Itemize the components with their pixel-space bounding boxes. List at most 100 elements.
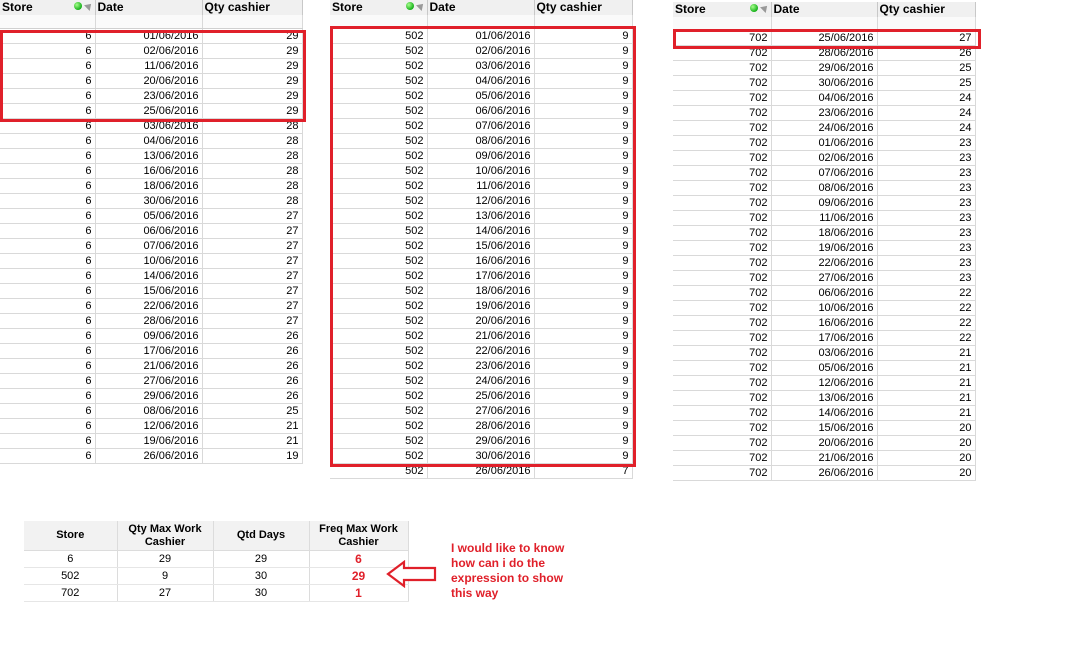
table-row[interactable]: 702 18/06/2016 23: [673, 225, 976, 241]
table-row[interactable]: 502 05/06/2016 9: [330, 88, 633, 104]
table-row[interactable]: 6 05/06/2016 27: [0, 208, 303, 224]
table-row[interactable]: 502 23/06/2016 9: [330, 358, 633, 374]
table-row[interactable]: 702 19/06/2016 23: [673, 240, 976, 256]
table-row[interactable]: 702 01/06/2016 23: [673, 135, 976, 151]
table-row[interactable]: 502 30/06/2016 9: [330, 448, 633, 464]
table-row[interactable]: 6 12/06/2016 21: [0, 418, 303, 434]
date-column-header[interactable]: Date: [771, 2, 878, 17]
table-row[interactable]: 6 17/06/2016 26: [0, 343, 303, 359]
table-row[interactable]: 702 05/06/2016 21: [673, 360, 976, 376]
qty-cashier-column-header[interactable]: Qty cashier: [534, 0, 633, 15]
table-row[interactable]: 502 21/06/2016 9: [330, 328, 633, 344]
table-row[interactable]: 702 09/06/2016 23: [673, 195, 976, 211]
table-row[interactable]: 702 02/06/2016 23: [673, 150, 976, 166]
table-row[interactable]: 702 16/06/2016 22: [673, 315, 976, 331]
table-row[interactable]: 6 18/06/2016 28: [0, 178, 303, 194]
summary-header-freq-max[interactable]: Freq Max Work Cashier: [309, 521, 409, 551]
table-row[interactable]: 702 26/06/2016 20: [673, 465, 976, 481]
table-row[interactable]: 6 15/06/2016 27: [0, 283, 303, 299]
table-row[interactable]: 6 02/06/2016 29: [0, 43, 303, 59]
table-row[interactable]: 502 24/06/2016 9: [330, 373, 633, 389]
date-column-header[interactable]: Date: [427, 0, 535, 15]
table-row[interactable]: 502 06/06/2016 9: [330, 103, 633, 119]
table-row[interactable]: 702 29/06/2016 25: [673, 60, 976, 76]
table-row[interactable]: 702 08/06/2016 23: [673, 180, 976, 196]
table-row[interactable]: 702 03/06/2016 21: [673, 345, 976, 361]
table-row[interactable]: 6 06/06/2016 27: [0, 223, 303, 239]
table-row[interactable]: 702 22/06/2016 23: [673, 255, 976, 271]
table-row[interactable]: 6 28/06/2016 27: [0, 313, 303, 329]
table-row[interactable]: 502 26/06/2016 7: [330, 463, 633, 479]
table-row[interactable]: 702 14/06/2016 21: [673, 405, 976, 421]
table-row[interactable]: 502 10/06/2016 9: [330, 163, 633, 179]
table-row[interactable]: 702 10/06/2016 22: [673, 300, 976, 316]
table-row[interactable]: 6 22/06/2016 27: [0, 298, 303, 314]
table-row[interactable]: 6 01/06/2016 29: [0, 28, 303, 44]
table-row[interactable]: 702 20/06/2016 20: [673, 435, 976, 451]
table-row[interactable]: 502 13/06/2016 9: [330, 208, 633, 224]
table-row[interactable]: 6 25/06/2016 29: [0, 103, 303, 119]
table-row[interactable]: 6 29/06/2016 26: [0, 388, 303, 404]
table-row[interactable]: 502 28/06/2016 9: [330, 418, 633, 434]
table-row[interactable]: 6 30/06/2016 28: [0, 193, 303, 209]
qty-cashier-column-header[interactable]: Qty cashier: [202, 0, 303, 15]
table-row[interactable]: 502 03/06/2016 9: [330, 58, 633, 74]
table-row[interactable]: 502 01/06/2016 9: [330, 28, 633, 44]
table-row[interactable]: 6 08/06/2016 25: [0, 403, 303, 419]
table-row[interactable]: 502 04/06/2016 9: [330, 73, 633, 89]
summary-header-store[interactable]: Store: [24, 521, 118, 551]
table-row[interactable]: 502 09/06/2016 9: [330, 148, 633, 164]
table-row[interactable]: 502 17/06/2016 9: [330, 268, 633, 284]
table-row[interactable]: 6 03/06/2016 28: [0, 118, 303, 134]
table-row[interactable]: 6 19/06/2016 21: [0, 433, 303, 449]
table-row[interactable]: 502 22/06/2016 9: [330, 343, 633, 359]
table-row[interactable]: 502 20/06/2016 9: [330, 313, 633, 329]
table-row[interactable]: 702 07/06/2016 23: [673, 165, 976, 181]
store-column-header[interactable]: Store: [0, 0, 96, 15]
table-row[interactable]: 502 11/06/2016 9: [330, 178, 633, 194]
date-column-header[interactable]: Date: [95, 0, 203, 15]
table-row[interactable]: 6 07/06/2016 27: [0, 238, 303, 254]
table-row[interactable]: 502 27/06/2016 9: [330, 403, 633, 419]
table-row[interactable]: 502 25/06/2016 9: [330, 388, 633, 404]
table-row[interactable]: 502 07/06/2016 9: [330, 118, 633, 134]
table-row[interactable]: 6 26/06/2016 19: [0, 448, 303, 464]
summary-header-qty-max[interactable]: Qty Max Work Cashier: [117, 521, 214, 551]
table-row[interactable]: 502 19/06/2016 9: [330, 298, 633, 314]
store-column-header[interactable]: Store: [330, 0, 428, 15]
table-row[interactable]: 502 14/06/2016 9: [330, 223, 633, 239]
table-row[interactable]: 702 28/06/2016 26: [673, 45, 976, 61]
table-row[interactable]: 6 27/06/2016 26: [0, 373, 303, 389]
summary-header-qtd-days[interactable]: Qtd Days: [213, 521, 310, 551]
table-row[interactable]: 6 09/06/2016 26: [0, 328, 303, 344]
table-row[interactable]: 702 27/06/2016 23: [673, 270, 976, 286]
table-row[interactable]: 6 04/06/2016 28: [0, 133, 303, 149]
table-row[interactable]: 702 30/06/2016 25: [673, 75, 976, 91]
table-row[interactable]: 702 06/06/2016 22: [673, 285, 976, 301]
table-row[interactable]: 502 08/06/2016 9: [330, 133, 633, 149]
table-row[interactable]: 6 23/06/2016 29: [0, 88, 303, 104]
table-row[interactable]: 502 12/06/2016 9: [330, 193, 633, 209]
table-row[interactable]: 6 16/06/2016 28: [0, 163, 303, 179]
table-row[interactable]: 6 11/06/2016 29: [0, 58, 303, 74]
table-row[interactable]: 502 18/06/2016 9: [330, 283, 633, 299]
table-row[interactable]: 702 12/06/2016 21: [673, 375, 976, 391]
table-row[interactable]: 702 25/06/2016 27: [673, 30, 976, 46]
table-row[interactable]: 502 02/06/2016 9: [330, 43, 633, 59]
table-row[interactable]: 502 15/06/2016 9: [330, 238, 633, 254]
table-row[interactable]: 6 14/06/2016 27: [0, 268, 303, 284]
table-row[interactable]: 702 11/06/2016 23: [673, 210, 976, 226]
table-row[interactable]: 702 21/06/2016 20: [673, 450, 976, 466]
table-row[interactable]: 702 15/06/2016 20: [673, 420, 976, 436]
table-row[interactable]: 6 20/06/2016 29: [0, 73, 303, 89]
store-column-header[interactable]: Store: [673, 2, 772, 17]
table-row[interactable]: 6 10/06/2016 27: [0, 253, 303, 269]
table-row[interactable]: 6 13/06/2016 28: [0, 148, 303, 164]
table-row[interactable]: 702 17/06/2016 22: [673, 330, 976, 346]
table-row[interactable]: 702 23/06/2016 24: [673, 105, 976, 121]
table-row[interactable]: 502 16/06/2016 9: [330, 253, 633, 269]
table-row[interactable]: 702 13/06/2016 21: [673, 390, 976, 406]
table-row[interactable]: 702 24/06/2016 24: [673, 120, 976, 136]
table-row[interactable]: 6 21/06/2016 26: [0, 358, 303, 374]
table-row[interactable]: 502 29/06/2016 9: [330, 433, 633, 449]
